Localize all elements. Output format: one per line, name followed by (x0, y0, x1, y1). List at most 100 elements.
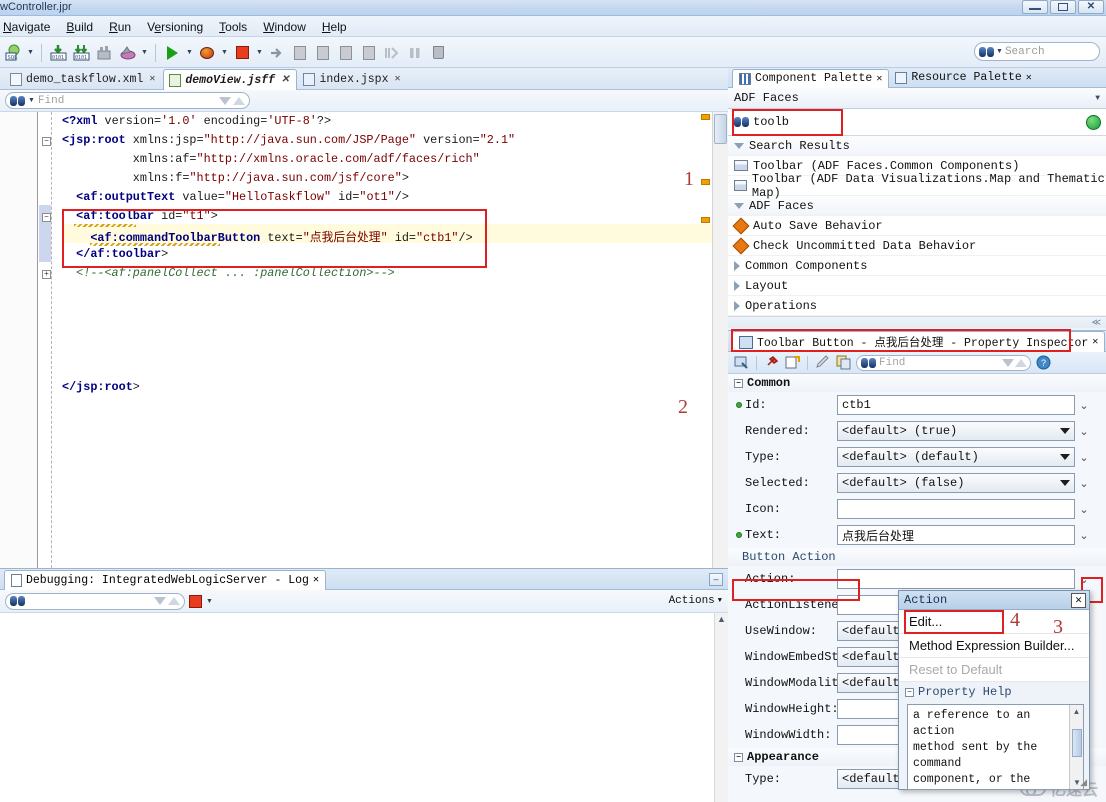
run-icon[interactable] (161, 41, 183, 65)
minimize-button[interactable] (1022, 0, 1048, 14)
log-find-prev-icon[interactable] (168, 597, 180, 605)
find-prev-icon[interactable] (233, 96, 245, 105)
pi-new-window-icon[interactable] (784, 354, 801, 371)
pi-text-field[interactable]: 点我后台处理 (837, 525, 1075, 545)
close-button[interactable]: ✕ (1078, 0, 1104, 14)
palette-row-6[interactable]: Common Components (728, 256, 1106, 276)
sql-worksheet-icon[interactable]: SQL (2, 41, 24, 65)
menu-item-run[interactable]: Run (101, 18, 139, 36)
log-tab-close-icon[interactable]: ✕ (313, 574, 319, 586)
property-help-collapse-icon[interactable]: − (905, 687, 914, 697)
document-tab-close-icon[interactable]: ✕ (147, 73, 155, 85)
step-over-icon[interactable] (289, 41, 311, 65)
pi-edit-icon[interactable] (814, 354, 831, 371)
find-dropdown-arrow[interactable]: ▼ (28, 97, 35, 104)
log-minimize-button[interactable]: ‒ (709, 572, 723, 586)
document-tab-1[interactable]: demoView.jsff ✕ (163, 69, 298, 90)
pi-help-icon[interactable]: ? (1035, 354, 1052, 371)
pi-text-field[interactable] (837, 569, 1075, 589)
make-icon[interactable] (93, 41, 115, 65)
pi-combo-field[interactable]: <default> (false) (837, 473, 1075, 493)
pi-combo-arrow-icon[interactable] (1060, 454, 1070, 460)
palette-search-input[interactable]: toolb (728, 109, 1106, 136)
run-to-cursor-icon[interactable] (381, 41, 403, 65)
log-stop-dropdown-arrow[interactable]: ▼ (206, 598, 213, 605)
palette-refresh-icon[interactable] (1086, 115, 1101, 130)
property-help-header[interactable]: − Property Help (899, 682, 1089, 702)
palette-row-7[interactable]: Layout (728, 276, 1106, 296)
palette-tab-close-icon[interactable]: ✕ (876, 73, 882, 85)
code-fold-toggle[interactable]: − (42, 137, 51, 146)
menu-item-tools[interactable]: Tools (211, 18, 255, 36)
help-scroll-thumb[interactable] (1072, 729, 1082, 757)
deploy-icon[interactable] (116, 41, 138, 65)
pi-text-field[interactable]: ctb1 (837, 395, 1075, 415)
document-tab-0[interactable]: demo_taskflow.xml ✕ (4, 68, 163, 89)
popup-resize-grip[interactable]: ◢ (1080, 777, 1087, 788)
palette-row-4[interactable]: Auto Save Behavior (728, 216, 1106, 236)
step-into-icon[interactable] (312, 41, 334, 65)
pi-find-next-icon[interactable] (1002, 358, 1014, 367)
pi-section-common[interactable]: − Common (728, 374, 1106, 392)
code-fold-toggle[interactable]: + (42, 270, 51, 279)
pause-icon[interactable] (404, 41, 426, 65)
pi-row-expand-chevron-icon[interactable]: ⌄ (1075, 503, 1093, 516)
log-actions-button[interactable]: Actions ▼ (669, 595, 722, 607)
pi-row-expand-chevron-icon[interactable]: ⌄ (1075, 529, 1093, 542)
document-tab-close-icon[interactable]: ✕ (279, 74, 289, 86)
pi-row-expand-chevron-icon[interactable]: ⌄ (1075, 477, 1093, 490)
pi-combo-field[interactable]: <default> (default) (837, 447, 1075, 467)
property-inspector-tab[interactable]: Toolbar Button - 点我后台处理 - Property Inspe… (732, 331, 1106, 352)
section-collapse-icon[interactable]: − (734, 378, 743, 388)
menu-item-navigate[interactable]: Navigate (0, 18, 58, 36)
editor-vertical-scrollbar[interactable] (712, 112, 728, 598)
find-next-icon[interactable] (219, 96, 231, 105)
palette-tab-close-icon[interactable]: ✕ (1026, 72, 1032, 84)
log-stop-icon[interactable] (189, 594, 202, 608)
debug-dropdown-arrow[interactable]: ▼ (219, 41, 230, 65)
palette-category-chevron-icon[interactable]: ▼ (1095, 94, 1100, 103)
log-find-input[interactable] (5, 592, 185, 610)
compile-icon[interactable]: 0101 (47, 41, 69, 65)
palette-row-2[interactable]: Toolbar (ADF Data Visualizations.Map and… (728, 172, 1106, 200)
menu-item-versioning[interactable]: Versioning (139, 18, 211, 36)
log-vertical-scrollbar[interactable]: ▲ (714, 613, 728, 802)
pi-row-expand-chevron-icon[interactable]: ⌄ (1075, 573, 1093, 586)
global-search-box[interactable]: ▼ Search (974, 42, 1100, 61)
code-fold-toggle[interactable]: − (42, 213, 51, 222)
palette-row-5[interactable]: Check Uncommitted Data Behavior (728, 236, 1106, 256)
pi-row-expand-chevron-icon[interactable]: ⌄ (1075, 399, 1093, 412)
section-collapse-icon[interactable]: − (734, 752, 743, 762)
rebuild-icon[interactable]: 0101 (70, 41, 92, 65)
search-dropdown-arrow[interactable]: ▼ (996, 48, 1003, 55)
help-scroll-up-icon[interactable]: ▲ (1070, 705, 1083, 718)
log-scroll-up-icon[interactable]: ▲ (715, 613, 728, 624)
pi-text-field[interactable] (837, 499, 1075, 519)
step-out-icon[interactable] (335, 41, 357, 65)
pi-copy-icon[interactable] (835, 354, 852, 371)
sql-dropdown-arrow[interactable]: ▼ (25, 41, 36, 65)
pi-select-icon[interactable] (733, 354, 750, 371)
palette-row-8[interactable]: Operations (728, 296, 1106, 316)
pi-row-expand-chevron-icon[interactable]: ⌄ (1075, 425, 1093, 438)
maximize-button[interactable] (1050, 0, 1076, 14)
pi-combo-field[interactable]: <default> (true) (837, 421, 1075, 441)
debug-icon[interactable] (196, 41, 218, 65)
palette-row-0[interactable]: Search Results (728, 136, 1106, 156)
palette-tab-0[interactable]: Component Palette ✕ (732, 68, 890, 88)
code-editor[interactable]: 1 <?xml version='1.0' encoding='UTF-8'?> 2… (0, 112, 728, 598)
step-to-end-icon[interactable] (358, 41, 380, 65)
action-popup-close-icon[interactable]: ✕ (1071, 592, 1086, 608)
palette-category-header[interactable]: ADF Faces ▼ (728, 88, 1106, 109)
pi-row-expand-chevron-icon[interactable]: ⌄ (1075, 451, 1093, 464)
stop-dropdown-arrow[interactable]: ▼ (254, 41, 265, 65)
run-dropdown-arrow[interactable]: ▼ (184, 41, 195, 65)
stop-icon[interactable] (231, 41, 253, 65)
pi-combo-arrow-icon[interactable] (1060, 480, 1070, 486)
palette-tab-1[interactable]: Resource Palette ✕ (889, 68, 1037, 87)
resume-icon[interactable] (266, 41, 288, 65)
log-tab[interactable]: Debugging: IntegratedWebLogicServer - Lo… (4, 569, 326, 590)
document-tab-2[interactable]: index.jspx ✕ (297, 68, 408, 89)
log-find-next-icon[interactable] (154, 597, 166, 605)
pi-pin-icon[interactable] (763, 354, 780, 371)
